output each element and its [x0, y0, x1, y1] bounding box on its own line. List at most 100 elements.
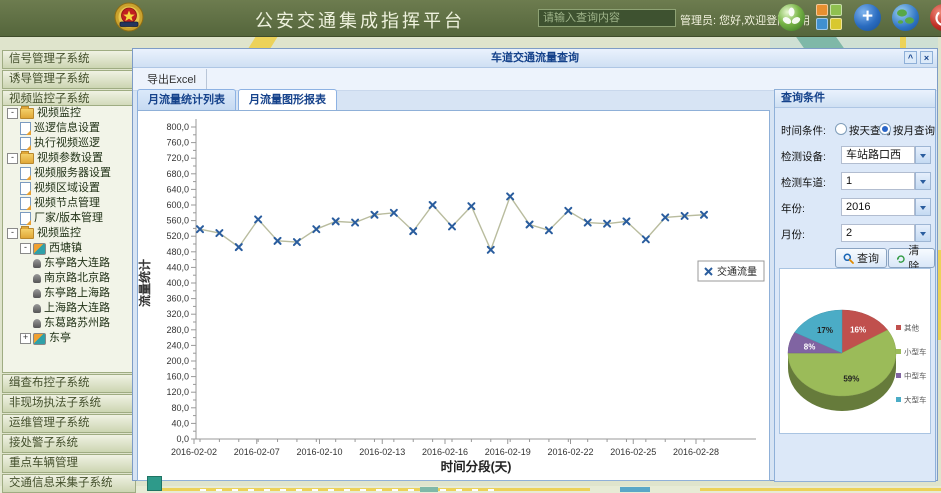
- pie-legend-swatch: [896, 325, 901, 330]
- chevron-down-icon[interactable]: [915, 224, 931, 242]
- tab-strip: 月流量统计列表月流量图形报表: [137, 89, 337, 110]
- tree-item[interactable]: -视频监控: [3, 106, 135, 121]
- device-label: 检测设备:: [781, 149, 826, 164]
- tree-item-label: 视频参数设置: [37, 151, 103, 166]
- chevron-down-icon[interactable]: [915, 172, 931, 190]
- year-select-value[interactable]: 2016: [841, 198, 915, 216]
- lane-select-value[interactable]: 1: [841, 172, 915, 190]
- year-row: 年份: 2016: [775, 198, 935, 216]
- search-input[interactable]: [538, 9, 676, 27]
- svg-text:680,0: 680,0: [166, 169, 189, 179]
- collapse-node-icon[interactable]: -: [7, 108, 18, 119]
- month-select-value[interactable]: 2: [841, 224, 915, 242]
- tree-item[interactable]: + 东亭: [3, 331, 135, 346]
- chevron-down-icon[interactable]: [915, 198, 931, 216]
- month-select[interactable]: 2: [841, 224, 931, 242]
- pie-legend-swatch: [896, 349, 901, 354]
- window-controls: ^ ×: [904, 51, 933, 64]
- tree-item[interactable]: 视频服务器设置: [3, 166, 135, 181]
- svg-text:2016-02-02: 2016-02-02: [171, 447, 217, 457]
- tree-item[interactable]: 视频节点管理: [3, 196, 135, 211]
- lane-row: 检测车道: 1: [775, 172, 935, 190]
- tree-item-label: 东亭路上海路: [44, 286, 110, 301]
- sidebar-panel-top-0[interactable]: 信号管理子系统: [2, 50, 136, 69]
- map-marker-square: [147, 476, 162, 491]
- sidebar-panel-bottom-5[interactable]: 交通信息采集子系统: [2, 474, 136, 493]
- tree-item[interactable]: 厂家/版本管理: [3, 211, 135, 226]
- svg-text:40,0: 40,0: [171, 418, 189, 428]
- svg-text:59%: 59%: [843, 375, 859, 384]
- camera-node-icon: [33, 304, 41, 313]
- collapse-node-icon[interactable]: -: [20, 243, 31, 254]
- tree-item-label: 东葛路苏州路: [44, 316, 110, 331]
- tree-item[interactable]: 南京路北京路: [3, 271, 135, 286]
- tree-item[interactable]: 东亭路上海路: [3, 286, 135, 301]
- tree-item-label: 视频监控: [37, 226, 81, 241]
- search-icon: [843, 253, 854, 264]
- radio-by-month-label[interactable]: 按月查询: [893, 123, 935, 138]
- lane-select[interactable]: 1: [841, 172, 931, 190]
- sidebar-bottom-panels: 缉查布控子系统非现场执法子系统运维管理子系统接处警子系统重点车辆管理交通信息采集…: [2, 374, 136, 493]
- svg-text:0,0: 0,0: [176, 434, 189, 444]
- sidebar-panel-bottom-0[interactable]: 缉查布控子系统: [2, 374, 136, 393]
- sidebar-panel-bottom-1[interactable]: 非现场执法子系统: [2, 394, 136, 413]
- radio-by-month[interactable]: [879, 123, 891, 135]
- svg-text:240,0: 240,0: [166, 340, 189, 350]
- svg-text:400,0: 400,0: [166, 278, 189, 288]
- traffic-flow-line-chart: 0,040,080,0120,0160,0200,0240,0280,0320,…: [138, 111, 769, 480]
- svg-text:8%: 8%: [804, 342, 816, 351]
- map-road: [700, 488, 941, 491]
- tree-item-label: 西塘镇: [49, 241, 82, 256]
- svg-text:2016-02-22: 2016-02-22: [547, 447, 593, 457]
- tree-item[interactable]: 执行视频巡逻: [3, 136, 135, 151]
- tree-item[interactable]: 东亭路大连路: [3, 256, 135, 271]
- tree-item[interactable]: 上海路大连路: [3, 301, 135, 316]
- radio-by-day[interactable]: [835, 123, 847, 135]
- globe-icon[interactable]: [892, 4, 919, 31]
- tab-0[interactable]: 月流量统计列表: [137, 89, 236, 110]
- query-button[interactable]: 查询: [835, 248, 887, 268]
- sidebar-panel-bottom-3[interactable]: 接处警子系统: [2, 434, 136, 453]
- tree-item[interactable]: - 视频监控: [3, 226, 135, 241]
- tree-item[interactable]: - 西塘镇: [3, 241, 135, 256]
- tree-item-label: 东亭: [49, 331, 71, 346]
- tree-item[interactable]: - 视频参数设置: [3, 151, 135, 166]
- svg-text:2016-02-28: 2016-02-28: [673, 447, 719, 457]
- window-titlebar: 车道交通流量查询 ^ ×: [133, 49, 937, 68]
- year-select[interactable]: 2016: [841, 198, 931, 216]
- close-icon[interactable]: ×: [920, 51, 933, 64]
- window-title: 车道交通流量查询: [491, 52, 579, 64]
- chevron-down-icon[interactable]: [915, 146, 931, 164]
- sidebar-panel-top-1[interactable]: 诱导管理子系统: [2, 70, 136, 89]
- export-excel-button[interactable]: 导出Excel: [137, 69, 207, 89]
- camera-node-icon: [33, 274, 41, 283]
- sidebar-panel-bottom-2[interactable]: 运维管理子系统: [2, 414, 136, 433]
- collapse-icon[interactable]: ^: [904, 51, 917, 64]
- power-icon[interactable]: [930, 4, 941, 31]
- sidebar-panel-bottom-4[interactable]: 重点车辆管理: [2, 454, 136, 473]
- svg-text:160,0: 160,0: [166, 372, 189, 382]
- tree-item[interactable]: 视频区域设置: [3, 181, 135, 196]
- svg-text:800,0: 800,0: [166, 122, 189, 132]
- expand-node-icon[interactable]: +: [20, 333, 31, 344]
- device-select-value[interactable]: 车站路口西: [841, 146, 915, 164]
- application-root: { "header": { "title": "公安交通集成指挥平台", "se…: [0, 0, 941, 493]
- tree-item-label: 厂家/版本管理: [34, 211, 103, 226]
- page-icon: [20, 212, 31, 225]
- svg-text:80,0: 80,0: [171, 403, 189, 413]
- collapse-node-icon[interactable]: -: [7, 153, 18, 164]
- collapse-node-icon[interactable]: -: [7, 228, 18, 239]
- svg-text:280,0: 280,0: [166, 325, 189, 335]
- clear-button[interactable]: 清除: [888, 248, 935, 268]
- tab-1[interactable]: 月流量图形报表: [238, 89, 337, 110]
- tree-item[interactable]: 东葛路苏州路: [3, 316, 135, 331]
- device-row: 检测设备: 车站路口西: [775, 146, 935, 164]
- add-icon[interactable]: +: [854, 4, 881, 31]
- tree-item[interactable]: 巡逻信息设置: [3, 121, 135, 136]
- camera-node-icon: [33, 319, 41, 328]
- query-buttons-row: 查询 清除: [775, 248, 935, 270]
- green-orb-icon[interactable]: [778, 4, 805, 31]
- svg-text:2016-02-07: 2016-02-07: [234, 447, 280, 457]
- device-select[interactable]: 车站路口西: [841, 146, 931, 164]
- apps-grid-icon[interactable]: [816, 4, 843, 31]
